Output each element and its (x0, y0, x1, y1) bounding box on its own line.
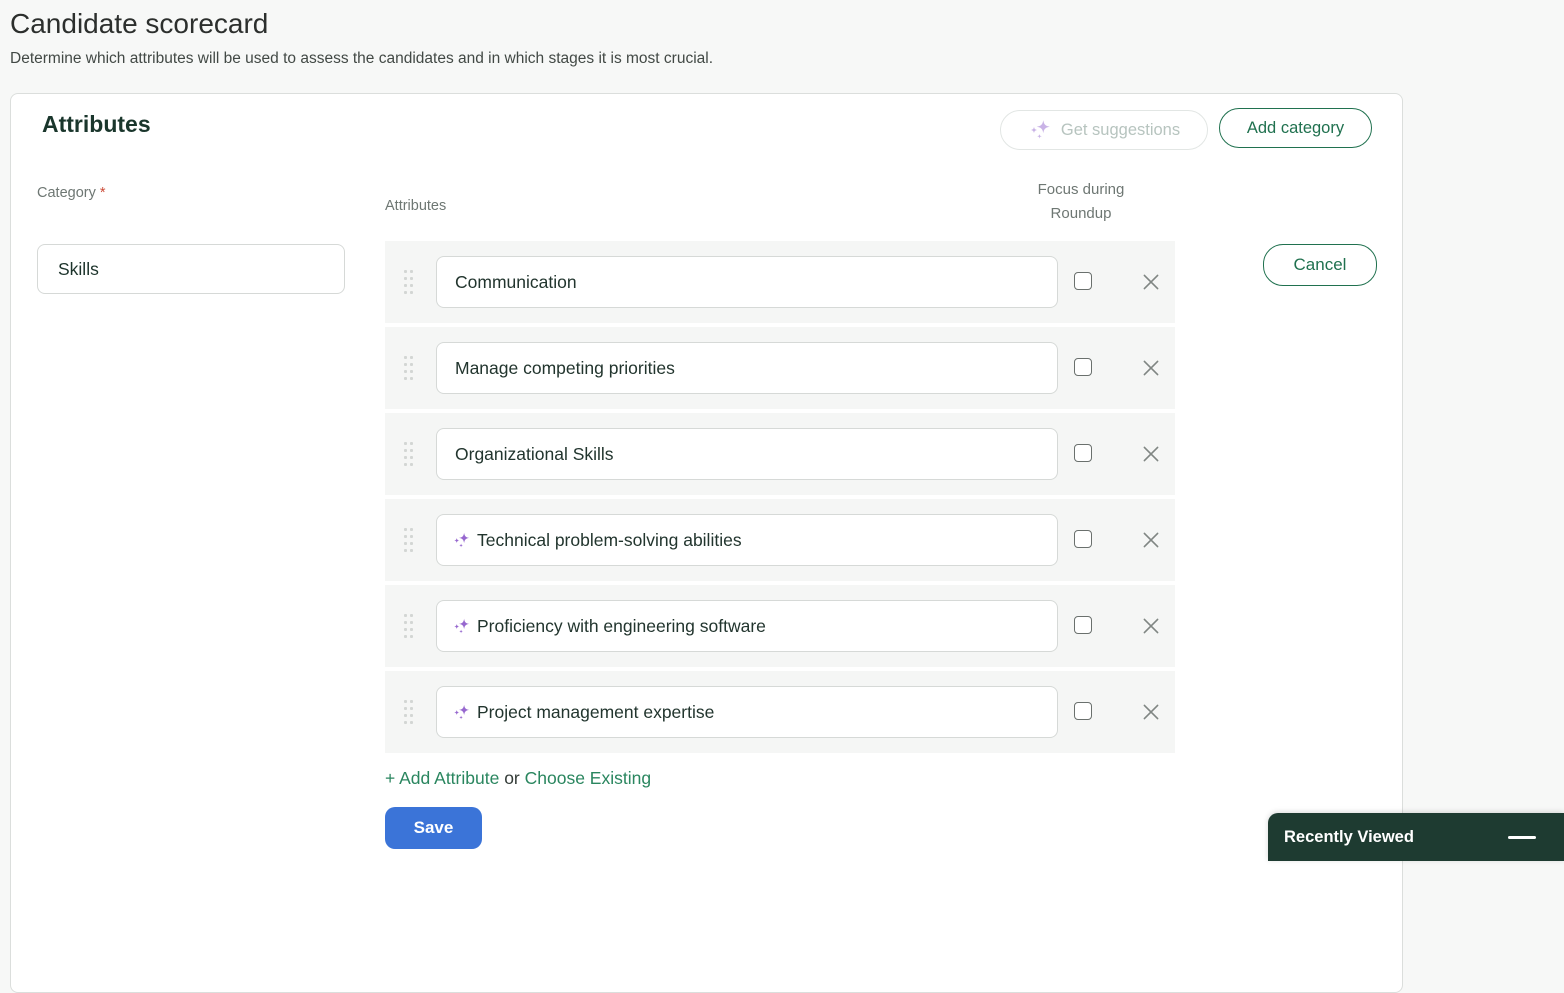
ai-sparkle-icon (452, 617, 471, 636)
cancel-button[interactable]: Cancel (1263, 244, 1377, 286)
minimize-icon[interactable] (1508, 835, 1536, 839)
drag-handle-icon[interactable] (404, 270, 413, 294)
get-suggestions-label: Get suggestions (1060, 120, 1181, 139)
get-suggestions-button[interactable]: Get suggestions (1000, 110, 1208, 150)
attribute-input-box (436, 686, 1058, 738)
focus-during-roundup-checkbox[interactable] (1074, 530, 1092, 548)
add-attribute-link[interactable]: + Add Attribute (385, 768, 499, 788)
attribute-row (385, 499, 1175, 581)
drag-handle-icon[interactable] (404, 700, 413, 724)
ai-sparkle-icon (452, 531, 471, 550)
category-input[interactable] (37, 244, 345, 294)
attribute-row (385, 327, 1175, 409)
remove-attribute-icon[interactable] (1140, 271, 1162, 293)
add-attribute-line: + Add Attribute or Choose Existing (385, 768, 651, 789)
attribute-input-box (436, 600, 1058, 652)
remove-attribute-icon[interactable] (1140, 357, 1162, 379)
focus-during-roundup-checkbox[interactable] (1074, 358, 1092, 376)
attribute-row (385, 413, 1175, 495)
attribute-row (385, 585, 1175, 667)
add-category-button[interactable]: Add category (1219, 108, 1372, 148)
attribute-name-input[interactable] (474, 701, 1047, 723)
save-button[interactable]: Save (385, 807, 482, 849)
remove-attribute-icon[interactable] (1140, 529, 1162, 551)
card-heading: Attributes (42, 111, 151, 137)
page-title: Candidate scorecard (10, 8, 269, 39)
attribute-row (385, 671, 1175, 753)
drag-handle-icon[interactable] (404, 614, 413, 638)
remove-attribute-icon[interactable] (1140, 615, 1162, 637)
sparkles-icon (1028, 118, 1052, 142)
attribute-input-box (436, 342, 1058, 394)
attribute-row (385, 241, 1175, 323)
focus-during-roundup-checkbox[interactable] (1074, 702, 1092, 720)
focus-during-roundup-checkbox[interactable] (1074, 616, 1092, 634)
focus-during-roundup-checkbox[interactable] (1074, 444, 1092, 462)
page-subtitle: Determine which attributes will be used … (10, 50, 714, 67)
attribute-name-input[interactable] (452, 443, 1047, 465)
focus-during-roundup-checkbox[interactable] (1074, 272, 1092, 290)
ai-sparkle-icon (452, 703, 471, 722)
focus-during-roundup-column-label: Focus during Roundup (1037, 181, 1125, 222)
recently-viewed-label: Recently Viewed (1284, 827, 1414, 846)
remove-attribute-icon[interactable] (1140, 701, 1162, 723)
attribute-name-input[interactable] (474, 529, 1047, 551)
attribute-rows-list (385, 241, 1175, 757)
attribute-name-input[interactable] (452, 357, 1047, 379)
drag-handle-icon[interactable] (404, 528, 413, 552)
attribute-input-box (436, 256, 1058, 308)
attributes-card: Attributes Get suggestions Add category … (10, 93, 1403, 993)
required-asterisk: * (99, 185, 106, 201)
or-text: or (499, 768, 525, 788)
drag-handle-icon[interactable] (404, 356, 413, 380)
attributes-column-label: Attributes (385, 198, 447, 214)
drag-handle-icon[interactable] (404, 442, 413, 466)
remove-attribute-icon[interactable] (1140, 443, 1162, 465)
recently-viewed-panel[interactable]: Recently Viewed (1268, 813, 1564, 861)
attribute-name-input[interactable] (452, 271, 1047, 293)
attribute-input-box (436, 514, 1058, 566)
attribute-name-input[interactable] (474, 615, 1047, 637)
choose-existing-link[interactable]: Choose Existing (525, 768, 651, 788)
category-label: Category * (37, 185, 106, 201)
attribute-input-box (436, 428, 1058, 480)
